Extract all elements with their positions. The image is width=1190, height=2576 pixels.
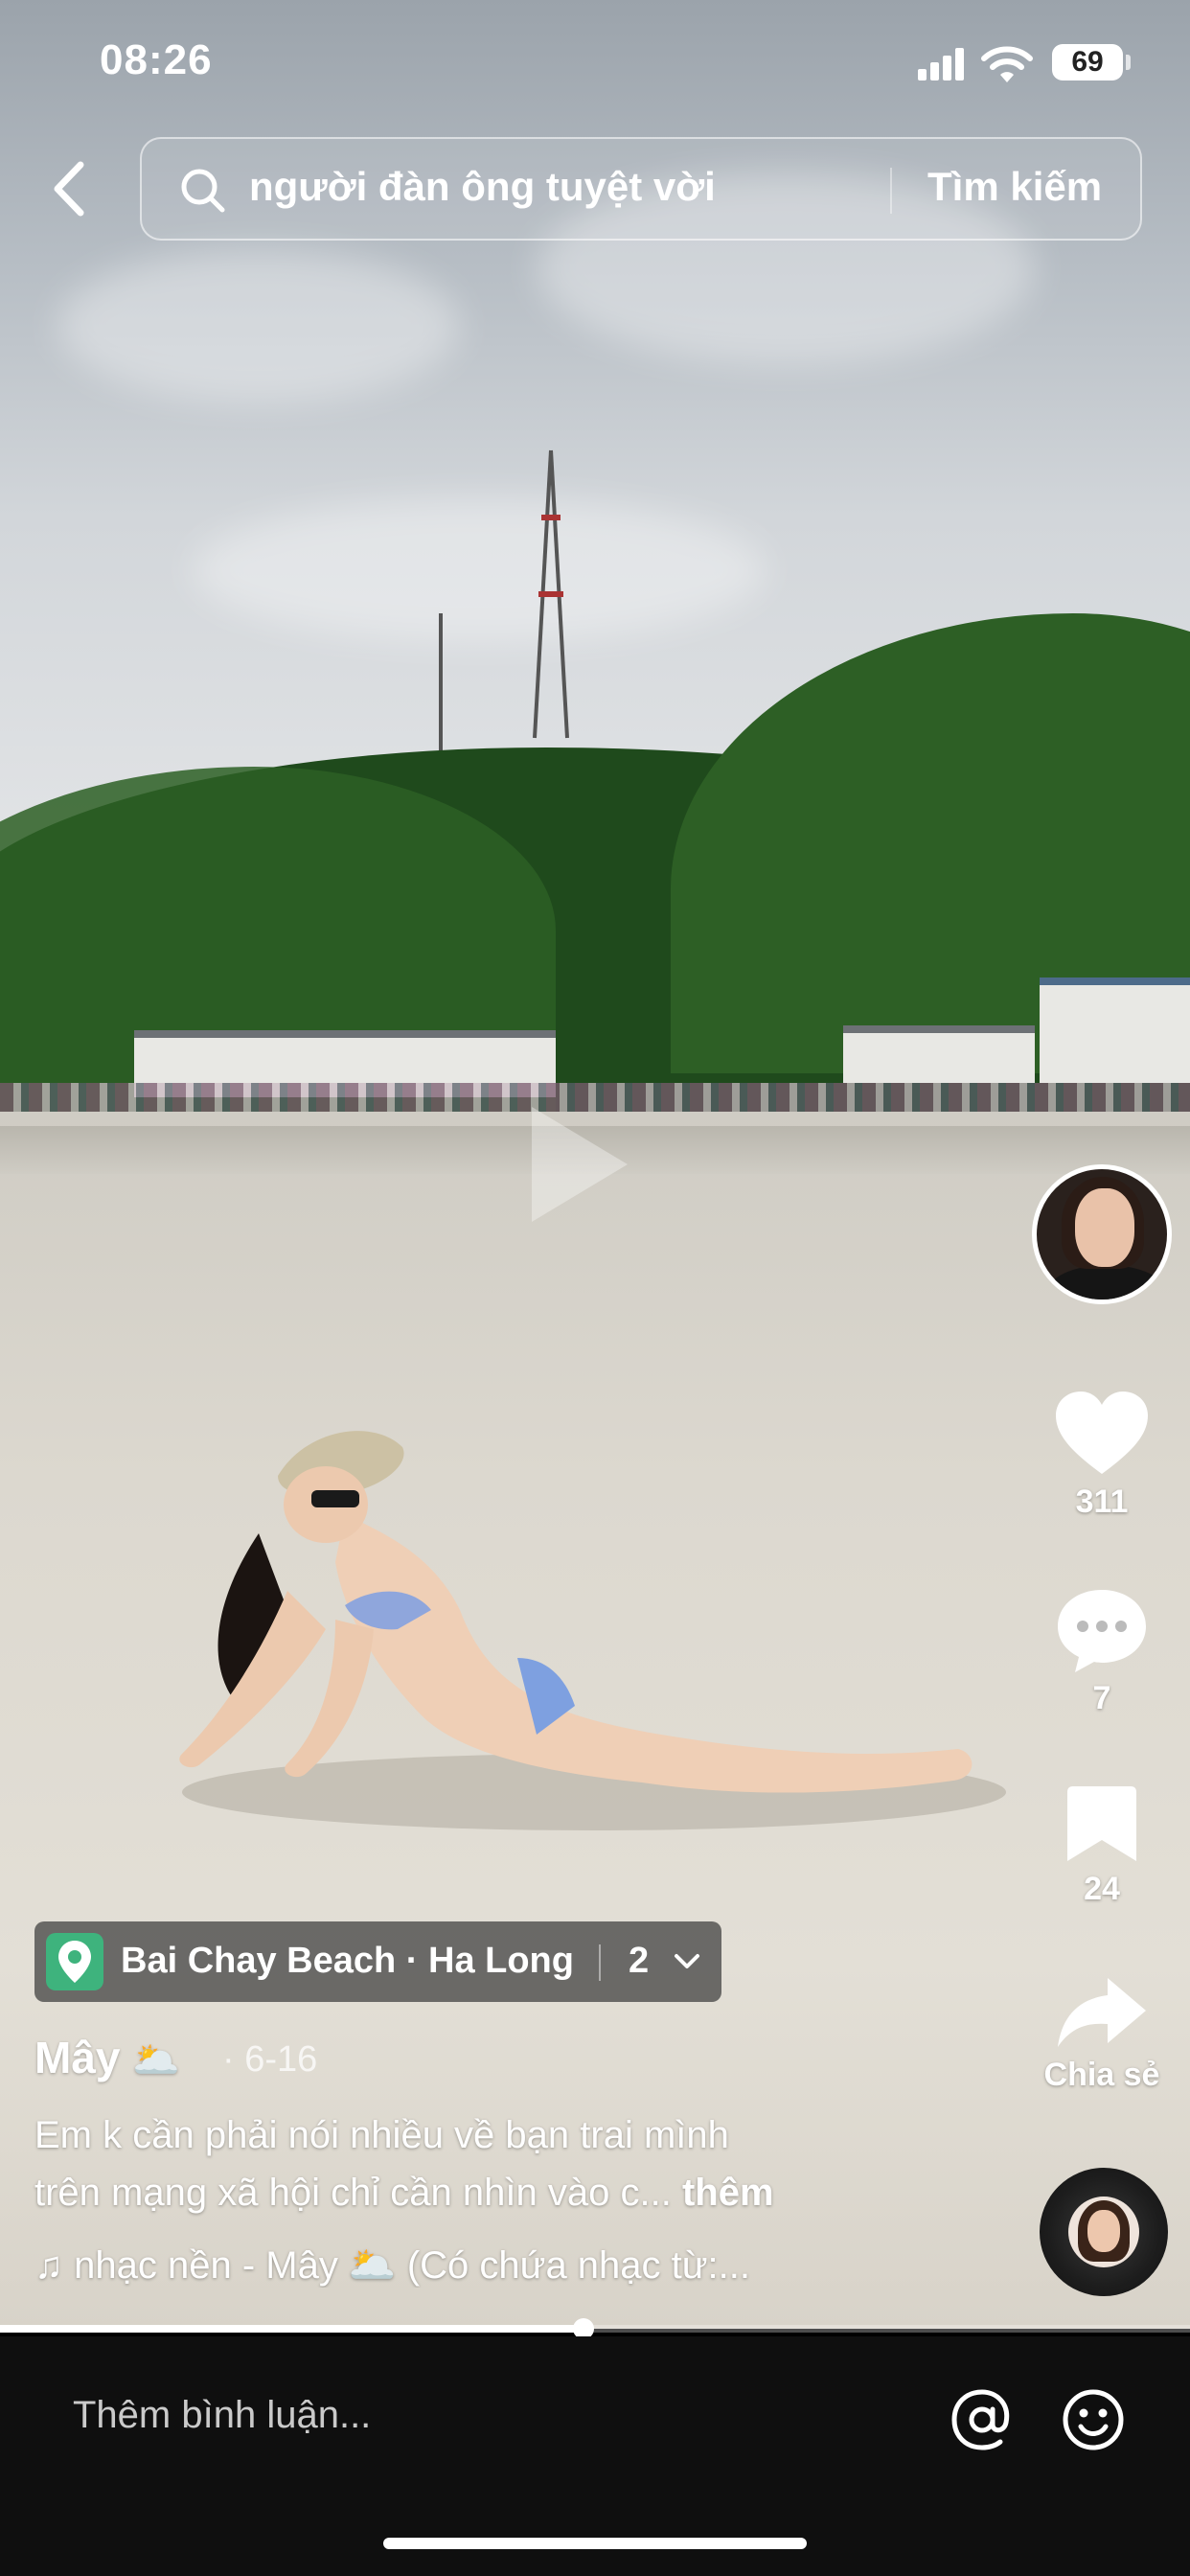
- share-label: Chia sẻ: [1043, 2057, 1160, 2093]
- video-progress-bar[interactable]: [0, 2318, 1190, 2339]
- person-figure: [179, 1431, 1006, 1830]
- battery-icon: 69: [1052, 44, 1123, 80]
- like-button[interactable]: 311: [1030, 1390, 1174, 1521]
- battery-tip: [1126, 55, 1131, 70]
- music-title[interactable]: ♫ nhạc nền - Mây 🌥️ (Có chứa nhạc từ:...: [34, 2242, 878, 2288]
- caption[interactable]: Em k cần phải nói nhiều về bạn trai mình…: [34, 2106, 897, 2221]
- location-count: 2: [629, 1941, 650, 1981]
- comment-count: 7: [1092, 1680, 1111, 1716]
- building: [843, 1025, 1035, 1083]
- save-count: 24: [1084, 1871, 1120, 1907]
- chevron-down-icon: [675, 1954, 699, 1968]
- caption-line: trên mạng xã hội chỉ cần nhìn vào c...: [34, 2172, 672, 2214]
- home-indicator: [383, 2538, 807, 2549]
- search-divider: [890, 168, 892, 214]
- chevron-left-icon: [54, 161, 84, 217]
- search-icon: [181, 169, 225, 213]
- search-input[interactable]: người đàn ông tuyệt vời: [249, 164, 716, 210]
- back-button[interactable]: [42, 153, 100, 225]
- mention-icon[interactable]: [949, 2386, 1016, 2453]
- comment-icon: [1058, 1590, 1146, 1672]
- cloud: [57, 249, 460, 402]
- heart-icon: [1056, 1392, 1148, 1474]
- search-bar[interactable]: người đàn ông tuyệt vời Tìm kiếm: [140, 137, 1142, 241]
- wifi-icon: [981, 46, 1033, 82]
- caption-line: Em k cần phải nói nhiều về bạn trai mình: [34, 2114, 729, 2156]
- save-button[interactable]: 24: [1030, 1782, 1174, 1908]
- search-button[interactable]: Tìm kiếm: [927, 164, 1102, 210]
- like-count: 311: [1075, 1484, 1129, 1520]
- building: [1040, 978, 1190, 1083]
- location-name: Bai Chay Beach · Ha Long: [121, 1941, 574, 1981]
- share-button[interactable]: Chia sẻ: [1030, 1974, 1174, 2094]
- music-disc[interactable]: [1040, 2168, 1168, 2296]
- author-name-text: Mây: [34, 2033, 121, 2082]
- status-time: 08:26: [100, 36, 213, 83]
- more-link[interactable]: thêm: [682, 2172, 774, 2214]
- location-pin-icon: [46, 1933, 103, 1990]
- status-bar: 08:26 69: [0, 0, 1190, 125]
- location-divider: [599, 1944, 601, 1981]
- bookmark-icon: [1067, 1786, 1136, 1861]
- cloud-emoji-icon: 🌥️: [132, 2039, 181, 2082]
- cellular-signal-icon: [918, 48, 970, 80]
- creator-avatar[interactable]: [1032, 1164, 1172, 1304]
- author-name[interactable]: Mây 🌥️: [34, 2032, 180, 2083]
- emoji-icon[interactable]: [1060, 2386, 1127, 2453]
- progress-fill: [0, 2325, 584, 2333]
- play-icon[interactable]: [532, 1107, 628, 1222]
- comment-input[interactable]: Thêm bình luận...: [73, 2394, 371, 2437]
- share-arrow-icon: [1058, 1978, 1146, 2047]
- location-tag[interactable]: Bai Chay Beach · Ha Long 2: [34, 1921, 721, 2002]
- post-date: · 6-16: [222, 2039, 318, 2080]
- comment-button[interactable]: 7: [1030, 1586, 1174, 1717]
- radio-tower: [439, 449, 569, 757]
- comment-bar: Thêm bình luận...: [0, 2336, 1190, 2576]
